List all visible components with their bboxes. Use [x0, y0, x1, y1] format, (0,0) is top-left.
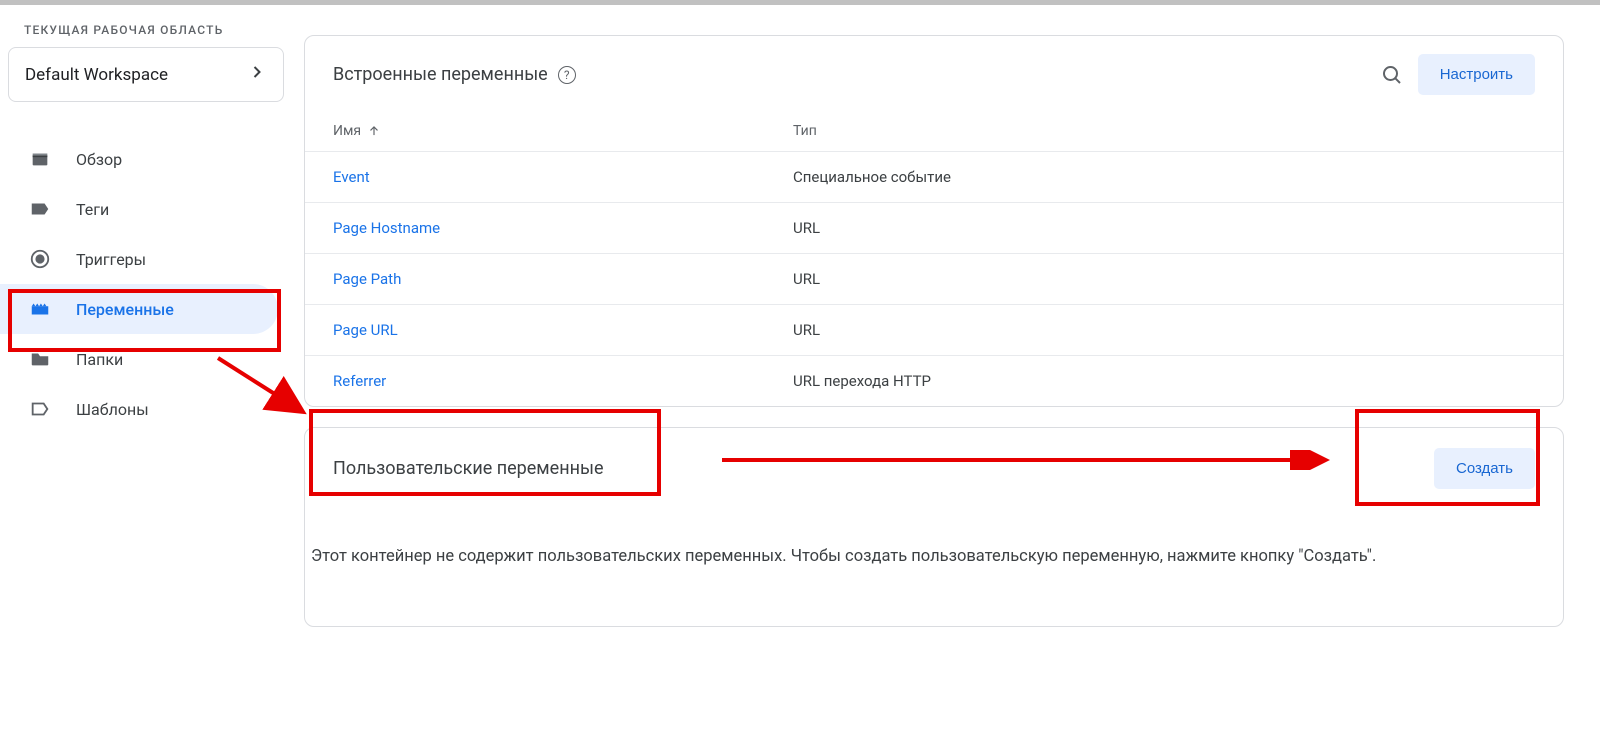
var-name-link[interactable]: Referrer: [333, 372, 793, 390]
table-row[interactable]: Event Специальное событие: [305, 152, 1563, 203]
sort-up-icon: [367, 124, 381, 138]
custom-vars-title: Пользовательские переменные: [333, 458, 603, 479]
configure-button[interactable]: Настроить: [1418, 54, 1535, 95]
builtins-title-text: Встроенные переменные: [333, 64, 548, 85]
nav-triggers[interactable]: Триггеры: [0, 234, 278, 284]
builtins-card: Встроенные переменные ? Настроить Имя Ти…: [304, 35, 1564, 407]
var-type: URL перехода HTTP: [793, 372, 1535, 390]
nav-overview[interactable]: Обзор: [0, 134, 278, 184]
var-type: Специальное событие: [793, 168, 1535, 186]
custom-vars-card: Пользовательские переменные Создать Этот…: [304, 427, 1564, 627]
builtins-title: Встроенные переменные ?: [333, 64, 576, 85]
nav-label: Папки: [76, 350, 123, 369]
workspace-name: Default Workspace: [25, 65, 168, 85]
nav-label: Переменные: [76, 300, 174, 319]
briefcase-icon: [28, 147, 52, 171]
nav-label: Шаблоны: [76, 400, 149, 419]
var-name-link[interactable]: Page URL: [333, 321, 793, 339]
nav-variables[interactable]: Переменные: [0, 284, 278, 334]
table-row[interactable]: Page Path URL: [305, 254, 1563, 305]
nav-templates[interactable]: Шаблоны: [0, 384, 278, 434]
tag-icon: [28, 197, 52, 221]
workspace-section-label: ТЕКУЩАЯ РАБОЧАЯ ОБЛАСТЬ: [0, 23, 304, 47]
table-row[interactable]: Referrer URL перехода HTTP: [305, 356, 1563, 406]
var-name-link[interactable]: Page Hostname: [333, 219, 793, 237]
search-button[interactable]: [1374, 57, 1410, 93]
nav-list: Обзор Теги Триггеры Переменные: [0, 126, 304, 434]
table-row[interactable]: Page URL URL: [305, 305, 1563, 356]
variables-icon: [28, 297, 52, 321]
sidebar: ТЕКУЩАЯ РАБОЧАЯ ОБЛАСТЬ Default Workspac…: [0, 5, 304, 627]
nav-label: Триггеры: [76, 250, 146, 269]
var-name-link[interactable]: Event: [333, 168, 793, 186]
var-name-link[interactable]: Page Path: [333, 270, 793, 288]
col-name-text: Имя: [333, 123, 361, 139]
var-type: URL: [793, 321, 1535, 339]
col-header-name[interactable]: Имя: [333, 123, 793, 139]
nav-label: Теги: [76, 200, 109, 219]
template-icon: [28, 397, 52, 421]
col-header-type[interactable]: Тип: [793, 123, 1535, 139]
main-content: Встроенные переменные ? Настроить Имя Ти…: [304, 5, 1600, 627]
empty-state-text: Этот контейнер не содержит пользовательс…: [305, 509, 1563, 626]
table-header: Имя Тип: [305, 107, 1563, 152]
nav-label: Обзор: [76, 150, 122, 169]
chevron-right-icon: [247, 62, 267, 87]
table-row[interactable]: Page Hostname URL: [305, 203, 1563, 254]
var-type: URL: [793, 270, 1535, 288]
help-icon[interactable]: ?: [558, 66, 576, 84]
folder-icon: [28, 347, 52, 371]
nav-folders[interactable]: Папки: [0, 334, 278, 384]
create-button[interactable]: Создать: [1434, 448, 1535, 489]
workspace-picker[interactable]: Default Workspace: [8, 47, 284, 102]
var-type: URL: [793, 219, 1535, 237]
nav-tags[interactable]: Теги: [0, 184, 278, 234]
target-icon: [28, 247, 52, 271]
